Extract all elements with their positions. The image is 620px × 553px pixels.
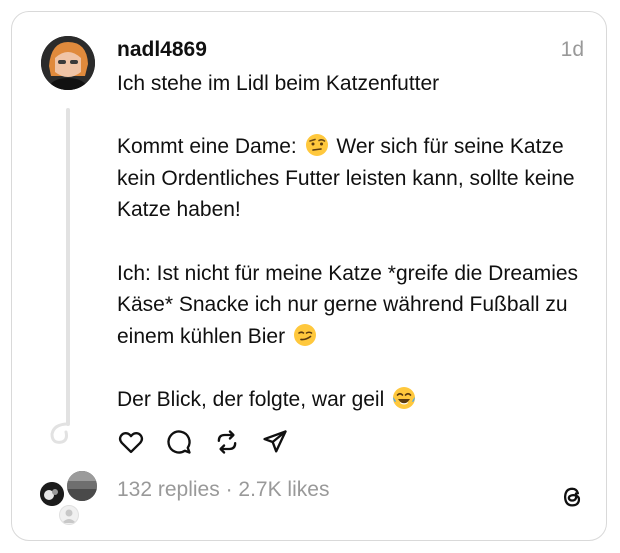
replier-avatar[interactable] — [40, 482, 64, 506]
face-with-tears-of-joy-icon — [393, 386, 416, 409]
post-paragraph-3: Ich: Ist nicht für meine Katze *greife d… — [117, 261, 579, 348]
thread-curl — [50, 422, 70, 444]
post-paragraph-1: Ich stehe im Lidl beim Katzenfutter — [117, 72, 440, 95]
replier-avatar[interactable] — [59, 505, 79, 525]
share-icon[interactable] — [261, 428, 289, 456]
username[interactable]: nadl4869 — [117, 38, 207, 62]
avatar[interactable] — [41, 36, 95, 90]
post-time: 1d — [560, 38, 584, 61]
post-text: Ich stehe im Lidl beim Katzenfutter Komm… — [117, 68, 597, 416]
threads-logo-icon[interactable] — [559, 483, 585, 511]
thread-line — [66, 108, 70, 426]
repost-icon[interactable] — [213, 428, 241, 456]
replier-avatar[interactable] — [67, 471, 97, 501]
post-paragraph-2: Kommt eine Dame: Wer sich für seine Katz… — [117, 134, 575, 222]
post-paragraph-4: Der Blick, der folgte, war geil — [117, 384, 597, 416]
face-with-raised-eyebrow-icon — [305, 134, 328, 157]
reply-icon[interactable] — [165, 428, 193, 456]
post-stats[interactable]: 132 replies · 2.7K likes — [117, 478, 329, 502]
smirking-face-icon — [293, 323, 316, 346]
like-icon[interactable] — [117, 428, 145, 456]
